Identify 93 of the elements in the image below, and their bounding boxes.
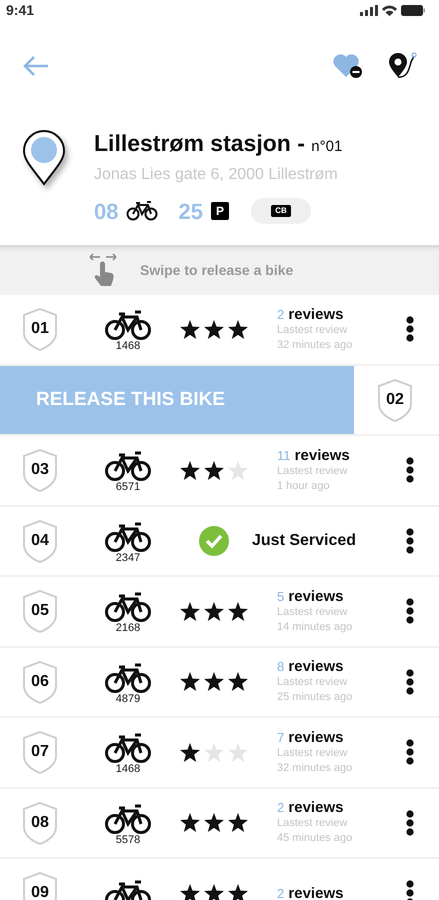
battery-icon <box>401 4 425 16</box>
bike-id: 1468 <box>116 763 140 776</box>
star-icon <box>204 884 224 900</box>
star-icon <box>180 602 200 621</box>
star-icon <box>228 884 248 900</box>
more-icon <box>406 739 414 766</box>
bicycle-icon <box>104 310 152 340</box>
star-icon <box>204 460 224 480</box>
bike-number-badge: 04 <box>22 518 58 563</box>
bike-id: 2347 <box>116 552 140 564</box>
latest-review-label: Lastest review <box>277 816 348 832</box>
more-icon <box>406 457 414 484</box>
more-icon <box>406 810 414 836</box>
bike-id: 6571 <box>116 481 140 494</box>
parking-sign: P <box>210 202 229 220</box>
route-pin-icon <box>387 52 417 80</box>
check-circle-icon <box>198 524 230 557</box>
release-bike-button[interactable]: RELEASE THIS BIKE <box>0 366 354 434</box>
bike-id: 4879 <box>116 692 140 705</box>
star-icon <box>180 320 200 339</box>
star-icon <box>204 742 224 762</box>
bike-number-badge: 08 <box>22 800 58 845</box>
bike-number-badge: 09 <box>22 871 58 900</box>
star-icon <box>228 320 248 339</box>
bike-number-badge: 06 <box>22 660 58 704</box>
star-icon <box>228 460 248 480</box>
more-icon <box>406 316 414 342</box>
station-name: Lillestrøm stasjon - <box>94 129 306 158</box>
star-icon <box>204 320 224 339</box>
review-time: 32 minutes ago <box>277 338 354 353</box>
location-pin-icon <box>22 130 66 186</box>
star-icon <box>204 602 224 621</box>
latest-review-label: Lastest review <box>277 675 348 690</box>
service-status: Just Serviced <box>252 530 358 551</box>
star-icon <box>228 602 248 621</box>
latest-review-label: Lastest review <box>277 746 348 761</box>
star-icon <box>180 813 200 832</box>
bike-number-badge: 01 <box>22 307 58 352</box>
bicycle-icon <box>104 451 152 482</box>
review-count: 8 reviews <box>277 658 344 676</box>
bicycle-icon <box>104 662 152 693</box>
signal-icon <box>360 4 378 16</box>
review-count: 2 reviews <box>277 799 344 816</box>
star-icon <box>228 672 248 692</box>
more-icon <box>406 668 414 695</box>
review-count: 2 reviews <box>277 884 344 900</box>
back-arrow-icon <box>22 55 50 77</box>
bike-id: 2168 <box>116 622 140 634</box>
directions-button[interactable] <box>387 52 417 80</box>
wifi-icon <box>382 4 397 16</box>
status-time: 9:41 <box>6 0 34 20</box>
available-bikes-count: 08 <box>94 198 118 226</box>
favorite-remove-button[interactable] <box>333 53 363 79</box>
bicycle-icon <box>104 522 152 552</box>
more-icon <box>406 598 414 624</box>
review-time: 1 hour ago <box>277 478 331 494</box>
heart-minus-icon <box>333 53 363 79</box>
star-icon <box>180 460 200 480</box>
bike-number-badge: 07 <box>22 730 58 774</box>
bicycle-icon <box>126 201 158 221</box>
bicycle-icon <box>104 733 152 764</box>
bike-id: 5578 <box>116 834 140 846</box>
review-count: 2 reviews <box>277 306 344 323</box>
star-icon <box>180 884 200 900</box>
review-count: 7 reviews <box>277 728 344 746</box>
star-icon <box>180 672 200 692</box>
parking-spaces-count: 25 <box>178 198 203 226</box>
star-icon <box>204 813 224 832</box>
star-icon <box>180 742 200 762</box>
latest-review-label: Lastest review <box>277 322 348 338</box>
bike-id: 1468 <box>116 340 140 352</box>
review-count: 11 reviews <box>277 446 351 464</box>
more-icon <box>406 528 414 554</box>
more-icon <box>406 880 414 900</box>
review-time: 14 minutes ago <box>277 620 354 635</box>
review-time: 25 minutes ago <box>277 690 354 706</box>
bicycle-icon <box>104 592 152 622</box>
swipe-gesture-icon <box>88 253 118 287</box>
bicycle-icon <box>104 804 152 834</box>
review-time: 45 minutes ago <box>277 831 354 846</box>
bike-number-badge: 02 <box>377 378 413 422</box>
star-icon <box>228 742 248 762</box>
review-time: 32 minutes ago <box>277 760 354 776</box>
star-icon <box>204 672 224 692</box>
card-label: CB <box>271 205 291 217</box>
latest-review-label: Lastest review <box>277 464 348 479</box>
review-count: 5 reviews <box>277 588 344 605</box>
bike-number-badge: 05 <box>22 589 58 634</box>
station-number: n°01 <box>311 137 342 157</box>
star-icon <box>228 813 248 832</box>
swipe-hint-text: Swipe to release a bike <box>140 260 294 280</box>
latest-review-label: Lastest review <box>277 604 348 620</box>
bike-number-badge: 03 <box>22 448 58 492</box>
